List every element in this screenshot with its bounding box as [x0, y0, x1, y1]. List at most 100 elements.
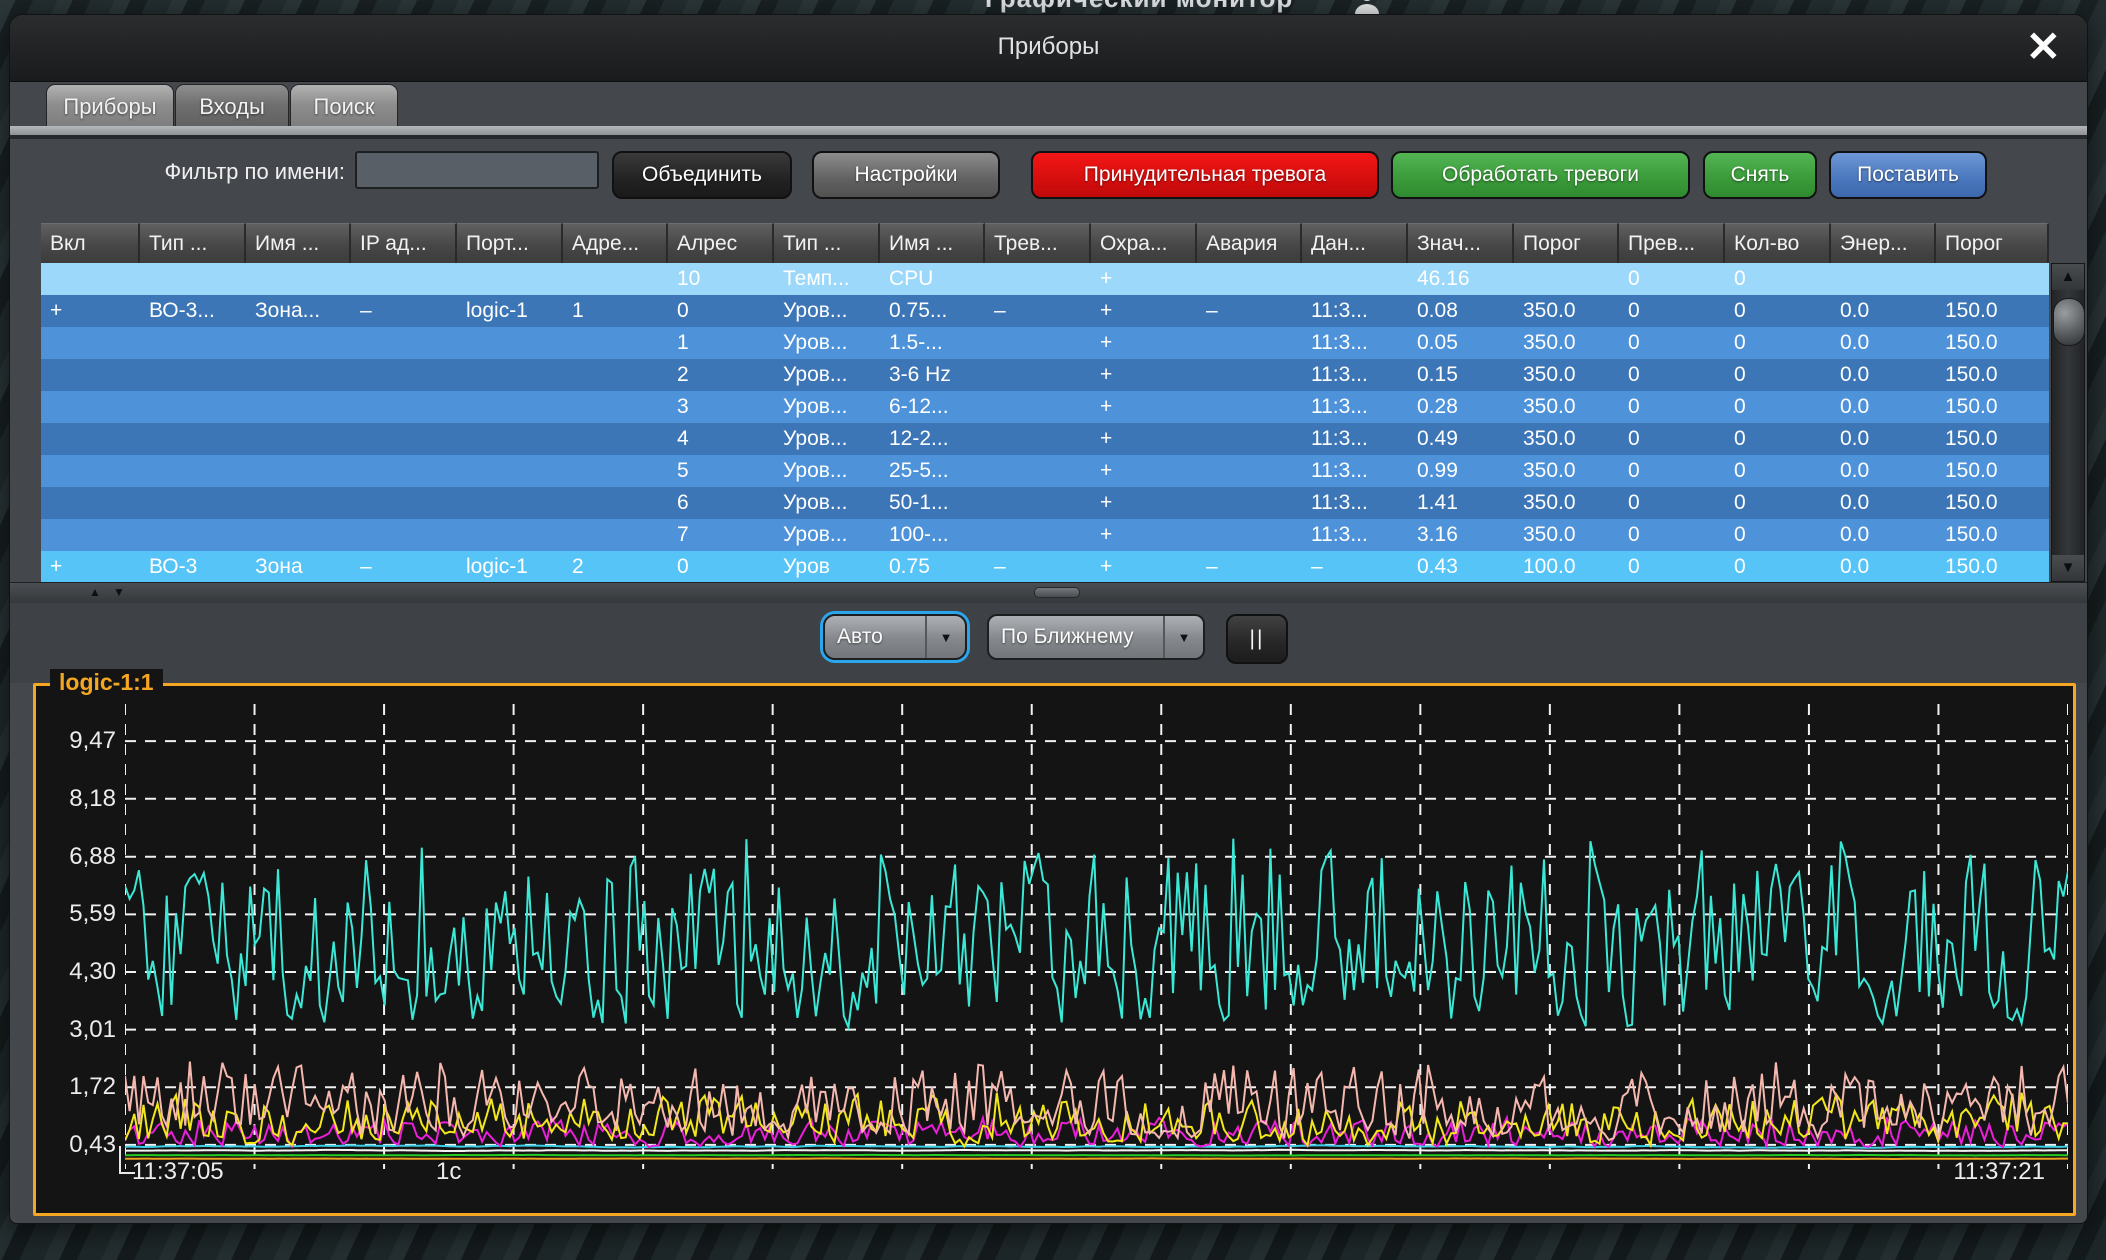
table-cell: 6 — [668, 487, 774, 519]
column-header[interactable]: Дан... — [1302, 223, 1408, 263]
table-cell: 50-1... — [880, 487, 985, 519]
devices-dialog: Приборы ✕ Приборы Входы Поиск Фильтр по … — [9, 14, 2088, 1224]
table-cell — [41, 327, 140, 359]
table-cell: 0 — [1725, 551, 1831, 582]
table-cell: Зона — [246, 551, 351, 582]
column-header[interactable]: Порог — [1936, 223, 2049, 263]
table-cell: 0.08 — [1408, 295, 1514, 327]
column-header[interactable]: Имя ... — [246, 223, 351, 263]
dialog-titlebar: Приборы ✕ — [10, 15, 2087, 82]
table-cell — [563, 359, 668, 391]
column-header[interactable]: Кол-во — [1725, 223, 1831, 263]
column-header[interactable]: Знач... — [1408, 223, 1514, 263]
column-header[interactable]: Энер... — [1831, 223, 1936, 263]
table-cell: logic-1 — [457, 551, 563, 582]
tab-search[interactable]: Поиск — [290, 84, 398, 129]
table-cell: 46.16 — [1408, 263, 1514, 295]
table-row[interactable]: 2Уров...3-6 Hz+11:3...0.15350.0000.0150.… — [41, 359, 2049, 391]
series-flat-cyan — [125, 1145, 2068, 1148]
table-cell — [1197, 391, 1302, 423]
table-cell — [41, 263, 140, 295]
table-cell — [351, 487, 457, 519]
arm-button[interactable]: Поставить — [1829, 151, 1987, 199]
column-header[interactable]: Порт... — [457, 223, 563, 263]
table-cell: – — [985, 295, 1091, 327]
column-header[interactable]: Авария — [1197, 223, 1302, 263]
table-cell — [1197, 487, 1302, 519]
mode-select[interactable]: По Ближнему ▼ — [987, 614, 1205, 660]
table-row[interactable]: 4Уров...12-2...+11:3...0.49350.0000.0150… — [41, 423, 2049, 455]
table-cell — [457, 423, 563, 455]
table-row[interactable]: 6Уров...50-1...+11:3...1.41350.0000.0150… — [41, 487, 2049, 519]
table-cell — [457, 359, 563, 391]
filter-label: Фильтр по имени: — [70, 159, 345, 185]
table-row[interactable]: 3Уров...6-12...+11:3...0.28350.0000.0150… — [41, 391, 2049, 423]
table-row[interactable]: +ВО-3Зона–logic-120Уров0.75–+––0.43100.0… — [41, 551, 2049, 582]
splitter-down-icon[interactable]: ▼ — [113, 585, 125, 599]
table-cell: 0 — [1725, 263, 1831, 295]
settings-button[interactable]: Настройки — [812, 151, 1000, 199]
table-body[interactable]: 10Темп...CPU+46.1600+ВО-3...Зона...–logi… — [41, 263, 2049, 582]
table-cell: 350.0 — [1514, 327, 1619, 359]
merge-button[interactable]: Объединить — [612, 151, 792, 199]
column-header[interactable]: Вкл — [41, 223, 140, 263]
scroll-down-icon[interactable]: ▼ — [2052, 555, 2084, 581]
table-cell: 150.0 — [1936, 423, 2049, 455]
table-cell — [351, 455, 457, 487]
table-cell: 2 — [668, 359, 774, 391]
filter-input[interactable] — [355, 151, 599, 189]
column-header[interactable]: Тип ... — [140, 223, 246, 263]
column-header[interactable]: Имя ... — [880, 223, 985, 263]
table-cell — [351, 263, 457, 295]
table-cell: 0.0 — [1831, 519, 1936, 551]
table-vertical-scrollbar[interactable]: ▲ ▼ — [2051, 263, 2085, 582]
column-header[interactable]: Тип ... — [774, 223, 880, 263]
column-header[interactable]: Трев... — [985, 223, 1091, 263]
process-alarms-button[interactable]: Обработать тревоги — [1391, 151, 1690, 199]
table-cell: Уров... — [774, 391, 880, 423]
disarm-button[interactable]: Снять — [1703, 151, 1817, 199]
table-cell — [985, 455, 1091, 487]
table-cell: 0.75... — [880, 295, 985, 327]
table-row[interactable]: +ВО-3...Зона...–logic-110Уров...0.75...–… — [41, 295, 2049, 327]
table-cell — [985, 519, 1091, 551]
column-header[interactable]: Охра... — [1091, 223, 1197, 263]
table-cell: 0.15 — [1408, 359, 1514, 391]
table-cell: 1 — [563, 295, 668, 327]
table-header[interactable]: ВклТип ...Имя ...IP ад...Порт...Адре...А… — [41, 223, 2049, 263]
scrollbar-thumb[interactable] — [2053, 298, 2085, 346]
scroll-up-icon[interactable]: ▲ — [2052, 264, 2084, 290]
table-cell: 0 — [1725, 487, 1831, 519]
close-icon[interactable]: ✕ — [2026, 25, 2061, 69]
scale-select[interactable]: Авто ▼ — [823, 614, 967, 660]
column-header[interactable]: Алрес — [668, 223, 774, 263]
table-cell — [563, 327, 668, 359]
column-header[interactable]: Прев... — [1619, 223, 1725, 263]
table-cell: 0 — [1725, 519, 1831, 551]
table-cell — [140, 487, 246, 519]
x-axis-start-label: 11:37:05 — [132, 1158, 224, 1186]
table-cell — [1197, 423, 1302, 455]
table-row[interactable]: 5Уров...25-5...+11:3...0.99350.0000.0150… — [41, 455, 2049, 487]
table-cell: Уров... — [774, 327, 880, 359]
tab-strip-line — [10, 135, 2087, 139]
table-cell: + — [41, 551, 140, 582]
splitter-grip[interactable] — [1034, 587, 1080, 598]
tab-devices[interactable]: Приборы — [46, 84, 174, 129]
table-cell — [985, 327, 1091, 359]
pause-button[interactable]: || — [1226, 614, 1288, 664]
table-cell: 2 — [563, 551, 668, 582]
column-header[interactable]: Порог — [1514, 223, 1619, 263]
table-cell: 0 — [1725, 391, 1831, 423]
forced-alarm-button[interactable]: Принудительная тревога — [1031, 151, 1379, 199]
y-tick-label: 4,30 — [40, 958, 116, 986]
column-header[interactable]: Адре... — [563, 223, 668, 263]
table-row[interactable]: 1Уров...1.5-...+11:3...0.05350.0000.0150… — [41, 327, 2049, 359]
table-row[interactable]: 10Темп...CPU+46.1600 — [41, 263, 2049, 295]
column-header[interactable]: IP ад... — [351, 223, 457, 263]
splitter-up-icon[interactable]: ▲ — [89, 585, 101, 599]
table-cell: + — [41, 295, 140, 327]
table-row[interactable]: 7Уров...100-...+11:3...3.16350.0000.0150… — [41, 519, 2049, 551]
table-cell — [1514, 263, 1619, 295]
tab-inputs[interactable]: Входы — [175, 84, 289, 129]
